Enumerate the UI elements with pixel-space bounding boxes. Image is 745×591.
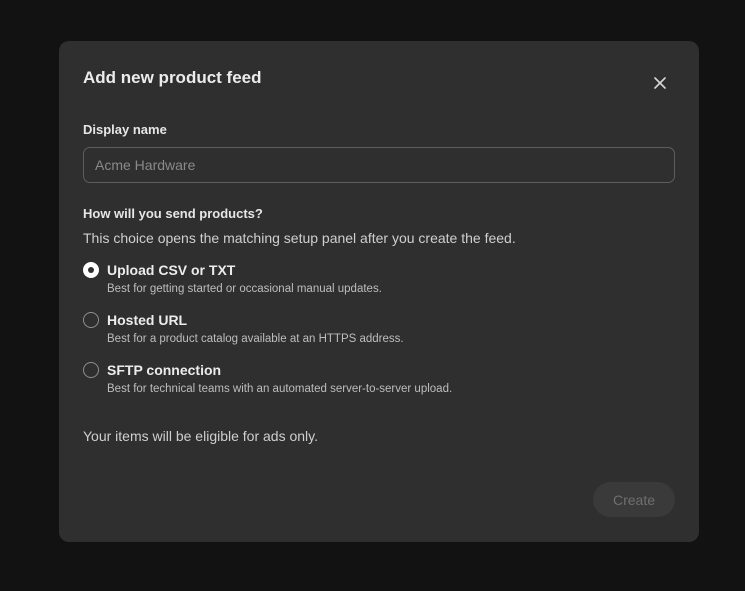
radio-upload-csv[interactable] xyxy=(83,262,99,278)
option-sftp[interactable]: SFTP connection Best for technical teams… xyxy=(83,361,643,405)
send-method-description: This choice opens the matching setup pan… xyxy=(83,230,516,246)
display-name-label: Display name xyxy=(83,122,167,137)
display-name-input[interactable] xyxy=(83,147,675,183)
option-description: Best for a product catalog available at … xyxy=(107,333,404,345)
option-label: Hosted URL xyxy=(107,312,188,328)
close-button[interactable] xyxy=(649,72,671,94)
create-button[interactable]: Create xyxy=(593,482,675,517)
option-description: Best for technical teams with an automat… xyxy=(107,383,453,395)
option-label: SFTP connection xyxy=(107,362,222,378)
option-label: Upload CSV or TXT xyxy=(107,262,236,278)
eligibility-note: Your items will be eligible for ads only… xyxy=(83,428,319,444)
radio-hosted-url[interactable] xyxy=(83,312,99,328)
add-product-feed-dialog: Add new product feed Display name How wi… xyxy=(59,41,699,542)
option-hosted-url[interactable]: Hosted URL Best for a product catalog av… xyxy=(83,311,643,355)
option-upload-csv[interactable]: Upload CSV or TXT Best for getting start… xyxy=(83,261,643,305)
dialog-title: Add new product feed xyxy=(83,68,262,87)
close-icon xyxy=(654,77,666,89)
send-method-question: How will you send products? xyxy=(83,206,263,221)
option-description: Best for getting started or occasional m… xyxy=(107,283,382,295)
radio-sftp[interactable] xyxy=(83,362,99,378)
